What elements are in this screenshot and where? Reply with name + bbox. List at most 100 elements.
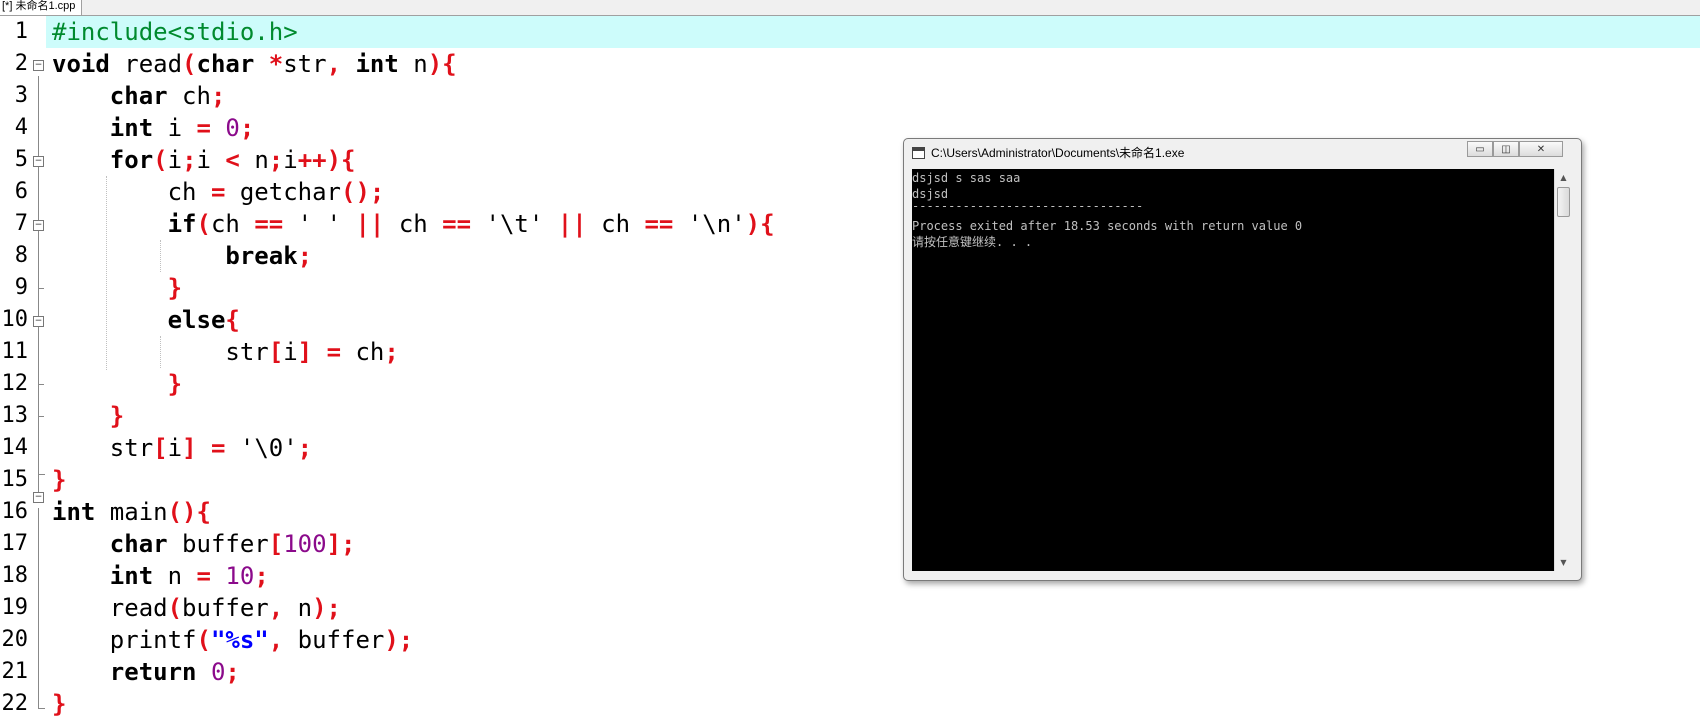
console-scrollbar[interactable]: ▲ ▼ [1554, 169, 1572, 571]
line-number: 13 [1, 403, 29, 428]
code-token: ]; [326, 530, 356, 558]
code-token: char [109, 530, 168, 558]
code-token: char [196, 50, 255, 78]
code-token: == [254, 210, 284, 238]
line-number: 9 [14, 275, 28, 300]
fold-toggle-icon[interactable]: − [33, 316, 44, 327]
code-token: getchar [225, 178, 341, 206]
code-token: ; [384, 338, 399, 366]
code-line[interactable]: read(buffer, n); [52, 592, 1700, 624]
code-token: = [196, 114, 211, 142]
code-token: break [225, 242, 298, 270]
code-token: ); [384, 626, 414, 654]
code-token: || [355, 210, 385, 238]
fold-toggle-icon[interactable]: − [33, 492, 44, 503]
code-token: ch [210, 210, 255, 238]
fold-toggle-icon[interactable]: − [33, 220, 44, 231]
code-token: ] [182, 434, 197, 462]
code-token: = [326, 338, 342, 366]
code-token: main [95, 498, 168, 526]
console-window[interactable]: C:\Users\Administrator\Documents\未命名1.ex… [903, 138, 1582, 581]
code-token: n [283, 594, 313, 622]
code-token: n [239, 146, 269, 174]
code-token: [ [268, 530, 284, 558]
fold-toggle-icon[interactable]: − [33, 60, 44, 71]
scroll-up-icon[interactable]: ▲ [1555, 169, 1572, 186]
line-number: 11 [1, 339, 29, 364]
code-token: , [268, 626, 284, 654]
code-token: i [167, 146, 183, 174]
code-token: ( [182, 50, 197, 78]
code-token: ; [210, 82, 226, 110]
code-token: n [153, 562, 197, 590]
console-title-bar[interactable]: C:\Users\Administrator\Documents\未命名1.ex… [904, 139, 1581, 167]
code-token: "%s" [210, 626, 269, 654]
code-token: buffer [283, 626, 385, 654]
code-token: ( [167, 594, 183, 622]
line-number: 14 [1, 435, 29, 460]
code-token: ( [196, 626, 211, 654]
line-number: 18 [1, 563, 29, 588]
code-token: buffer [167, 530, 269, 558]
fold-end-tick [38, 384, 44, 385]
code-token: ch [586, 210, 645, 238]
code-token: ch [341, 338, 385, 366]
code-token: ( [196, 210, 211, 238]
code-token: int [52, 498, 96, 526]
code-token: = [210, 434, 226, 462]
code-token: ; [239, 114, 255, 142]
console-output[interactable]: dsjsd s sas saa dsjsd ------------------… [912, 169, 1554, 571]
code-token: } [167, 274, 183, 302]
code-line[interactable]: char ch; [52, 80, 1700, 112]
code-token: return [109, 658, 197, 686]
code-token: } [109, 402, 125, 430]
console-title: C:\Users\Administrator\Documents\未命名1.ex… [931, 146, 1185, 160]
code-token: ); [312, 594, 342, 622]
minimize-button[interactable]: ▭ [1467, 141, 1493, 157]
line-number: 16 [1, 499, 29, 524]
code-token: ++){ [297, 146, 356, 174]
line-number: 10 [1, 307, 29, 332]
code-token: if [167, 210, 197, 238]
line-number: 8 [14, 243, 28, 268]
code-token: 0 [225, 114, 240, 142]
code-token: i [167, 434, 183, 462]
scroll-down-icon[interactable]: ▼ [1555, 554, 1572, 571]
code-line[interactable]: return 0; [52, 656, 1700, 688]
code-token: '\n' [673, 210, 746, 238]
code-line[interactable]: void read(char *str, int n){ [52, 48, 1700, 80]
file-tab[interactable]: [*] 未命名1.cpp [0, 0, 83, 15]
console-line: -------------------------------- [912, 199, 1144, 213]
line-number-gutter: 1 2 3 4 5 6 7 8 9 10 11 12 13 14 15 16 1… [0, 16, 46, 717]
code-token: read [109, 50, 183, 78]
fold-toggle-icon[interactable]: − [33, 156, 44, 167]
scroll-thumb[interactable] [1557, 187, 1570, 217]
code-token: str [283, 50, 327, 78]
code-line[interactable]: printf("%s", buffer); [52, 624, 1700, 656]
code-token: ch [167, 82, 211, 110]
line-number: 19 [1, 595, 29, 620]
code-token: n [398, 50, 428, 78]
line-number: 7 [14, 211, 28, 236]
code-line[interactable]: } [52, 688, 1700, 720]
code-token: str [52, 338, 269, 366]
code-token: , [326, 50, 342, 78]
code-token: ; [297, 242, 313, 270]
editor-tab-bar: [*] 未命名1.cpp [0, 0, 1700, 16]
code-token: i [196, 146, 226, 174]
code-token: (); [341, 178, 385, 206]
current-code-line[interactable]: #include<stdio.h> [46, 16, 1700, 48]
code-token: int [109, 114, 154, 142]
code-token: read [52, 594, 168, 622]
restore-button[interactable]: ◫ [1493, 141, 1519, 157]
code-token: ; [254, 562, 269, 590]
close-button[interactable]: ✕ [1519, 141, 1563, 157]
code-token: 100 [283, 530, 327, 558]
